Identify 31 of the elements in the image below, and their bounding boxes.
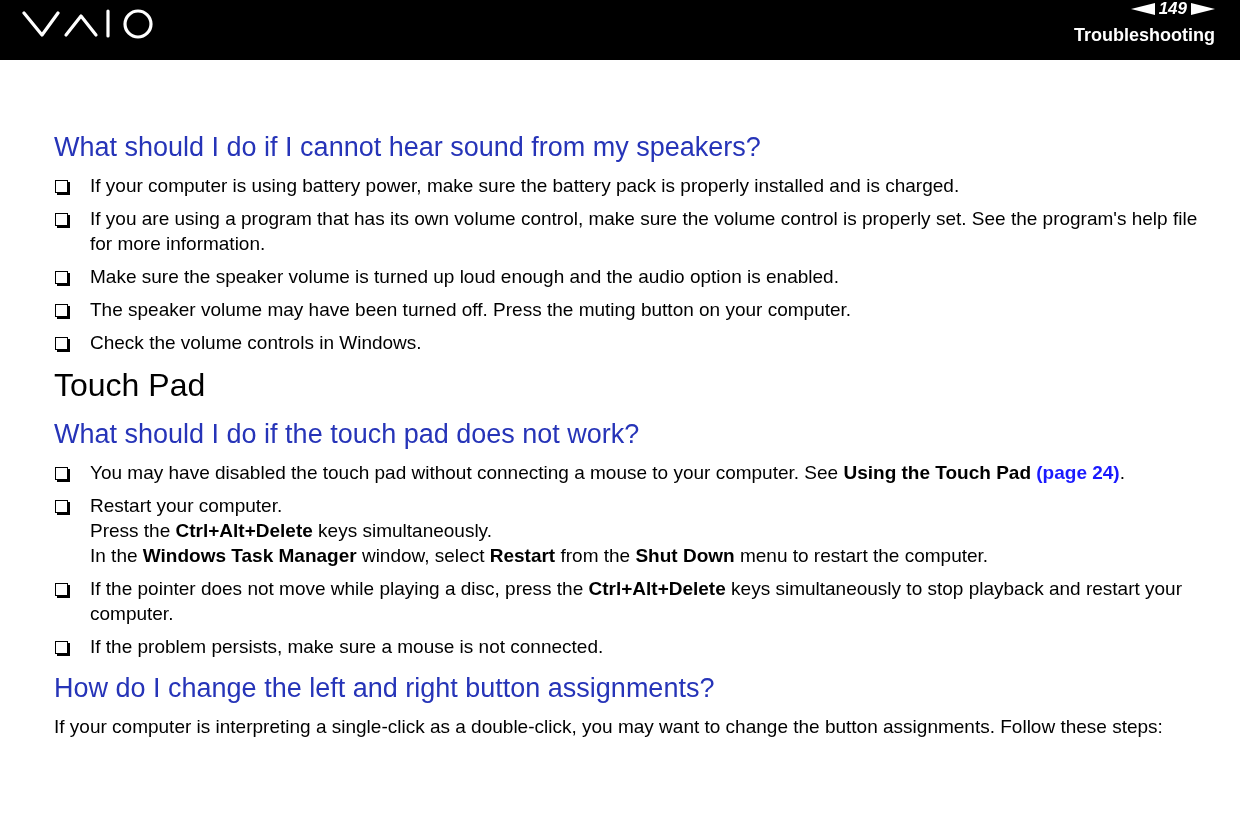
bullet-text: The speaker volume may have been turned off. Press the muting button on your computer. xyxy=(90,298,852,322)
bullet-text: If the pointer does not move while playing a disc, press the Ctrl+Alt+Delete keys simultaneously to stop playback and restart your computer. xyxy=(90,577,1183,626)
bullet-text: You may have disabled the touch pad without connecting a mouse to your computer. See Using the Touch Pad (page 24). xyxy=(90,461,1125,485)
checkbox-bullet-icon xyxy=(55,271,68,284)
bullet-text: Restart your computer. xyxy=(90,494,284,518)
checkbox-bullet-icon xyxy=(55,500,68,513)
previous-page-button[interactable] xyxy=(1130,3,1155,15)
question-heading: What should I do if I cannot hear sound from my speakers? xyxy=(54,131,762,164)
checkbox-bullet-icon xyxy=(55,213,68,226)
body-paragraph: If your computer is interpreting a single-click as a double-click, you may want to change the button assignments. Follow these steps: xyxy=(54,715,1164,739)
page-number: 149 xyxy=(1158,0,1187,18)
checkbox-bullet-icon xyxy=(55,641,68,654)
checkbox-bullet-icon xyxy=(55,304,68,317)
question-heading: What should I do if the touch pad does not work? xyxy=(54,418,641,451)
next-page-button[interactable] xyxy=(1191,3,1215,15)
bullet-text: If your computer is using battery power, make sure the battery pack is properly installed and is charged. xyxy=(90,174,960,198)
checkbox-bullet-icon xyxy=(55,180,68,193)
section-heading: Touch Pad xyxy=(54,366,207,405)
bullet-text: Make sure the speaker volume is turned up loud enough and the audio option is enabled. xyxy=(90,265,839,289)
checkbox-bullet-icon xyxy=(55,583,68,596)
bullet-text: Press the Ctrl+Alt+Delete keys simultaneously. xyxy=(90,519,493,543)
bullet-text: Check the volume controls in Windows. xyxy=(90,331,422,355)
bullet-text: In the Windows Task Manager window, select Restart from the Shut Down menu to restart the computer. xyxy=(90,544,989,568)
checkbox-bullet-icon xyxy=(55,467,68,480)
question-heading: How do I change the left and right button assignments? xyxy=(54,672,716,705)
bullet-text: If the problem persists, make sure a mouse is not connected. xyxy=(90,635,604,659)
section-title: Troubleshooting xyxy=(1074,24,1215,46)
page-link[interactable]: (page 24) xyxy=(1036,462,1120,483)
bullet-text: If you are using a program that has its own volume control, make sure the volume control is properly set. See the program's help file for more information. xyxy=(90,207,1199,256)
logo-icon xyxy=(22,8,156,40)
checkbox-bullet-icon xyxy=(55,337,68,350)
